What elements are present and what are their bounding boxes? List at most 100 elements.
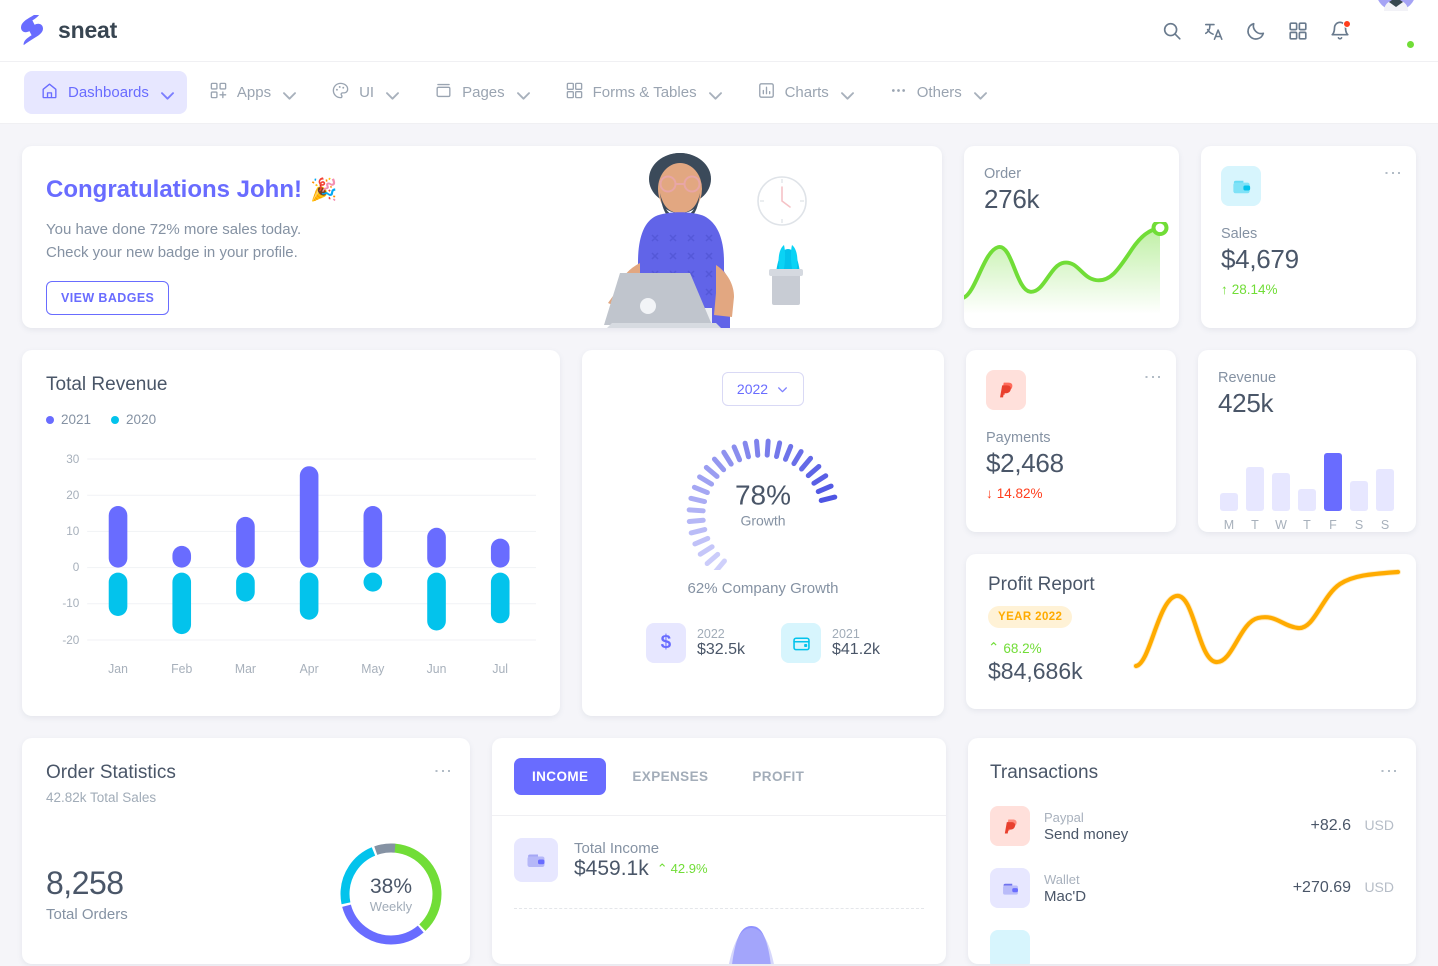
menu-item-charts[interactable]: Charts — [741, 71, 867, 114]
donut-period-label: Weekly — [369, 898, 413, 914]
revenue-bar-col — [1376, 439, 1394, 511]
income-divider — [514, 908, 924, 909]
income-summary: Total Income $459.1k ⌃ 42.9% — [492, 816, 946, 882]
order-statistics-menu-button[interactable]: ⋮ — [433, 762, 453, 780]
tab-income[interactable]: INCOME — [514, 758, 607, 795]
transaction-amount: +82.6 — [1310, 817, 1351, 834]
income-tabs: INCOME EXPENSES PROFIT — [492, 738, 946, 815]
legend-item-2021[interactable]: 2021 — [46, 412, 91, 427]
bell-icon[interactable] — [1328, 19, 1352, 43]
wallet-icon — [1221, 166, 1261, 206]
sales-trend-value: 28.14% — [1231, 282, 1278, 297]
online-status-indicator — [1405, 38, 1416, 50]
year-select-dropdown[interactable]: 2022 — [722, 372, 804, 406]
growth-stats-row: $ 2022 $32.5k 2021 $41.2k — [604, 623, 922, 663]
menu-label: Apps — [236, 84, 272, 101]
transaction-row-partial[interactable] — [990, 930, 1394, 964]
order-statistics-subtitle: 42.82k Total Sales — [46, 790, 157, 805]
growth-gauge-chart: 78% Growth — [668, 420, 858, 575]
transaction-row[interactable]: Wallet Mac'D +270.69 USD — [990, 868, 1394, 908]
year-select-value: 2022 — [736, 381, 769, 397]
chevron-down-icon — [280, 86, 297, 100]
growth-gauge-center: 78% Growth — [668, 480, 858, 529]
view-badges-button[interactable]: VIEW BADGES — [46, 280, 170, 315]
menu-item-apps[interactable]: Apps — [193, 71, 309, 114]
total-revenue-legend: 2021 2020 — [46, 412, 536, 427]
payments-card-menu-button[interactable]: ⋮ — [1143, 368, 1163, 386]
svg-text:Apr: Apr — [300, 662, 319, 676]
congratulations-line2: Check your new badge in your profile. — [46, 244, 298, 262]
transaction-name: Send money — [1044, 825, 1129, 843]
sales-value: $4,679 — [1221, 244, 1299, 274]
bar-chart-icon — [757, 81, 776, 104]
tab-profit[interactable]: PROFIT — [734, 758, 822, 795]
svg-text:Mar: Mar — [235, 662, 256, 676]
language-icon[interactable] — [1202, 19, 1226, 43]
brand-name: sneat — [58, 17, 118, 43]
menu-item-ui[interactable]: UI — [315, 71, 412, 114]
arrow-up-icon: ↑ — [1221, 282, 1228, 297]
top-stat-cards: Order 276k ⋮ Sales $4,679 ↑ 28.14% — [962, 146, 1416, 328]
revenue-bar-col — [1272, 439, 1290, 511]
wallet-icon — [781, 623, 821, 663]
svg-text:Jul: Jul — [492, 662, 508, 676]
grid-apps-icon[interactable] — [1286, 19, 1310, 43]
row-middle: Total Revenue 2021 2020 30 20 10 0 -10 -… — [22, 350, 1416, 716]
transaction-amount-group: +82.6 USD — [1311, 817, 1395, 835]
revenue-day-label: F — [1329, 518, 1337, 532]
sales-trend: ↑ 28.14% — [1221, 282, 1396, 297]
income-card: INCOME EXPENSES PROFIT Total Income $459… — [492, 738, 946, 964]
brand-logo[interactable]: sneat — [18, 11, 118, 47]
sales-card-menu-button[interactable]: ⋮ — [1383, 164, 1403, 182]
growth-stat-2021: 2021 $41.2k — [781, 623, 880, 663]
revenue-bar — [1220, 493, 1238, 511]
menu-item-forms-tables[interactable]: Forms & Tables — [549, 71, 735, 114]
top-actions — [1160, 0, 1416, 51]
svg-text:May: May — [361, 662, 385, 676]
profit-trend-value: 68.2% — [1003, 640, 1042, 656]
revenue-day-labels: M T W T F S S — [1218, 518, 1396, 532]
chevron-down-icon — [776, 383, 789, 396]
home-icon — [40, 81, 59, 104]
menu-label: Pages — [462, 84, 505, 101]
payments-trend: ↓ 14.82% — [986, 486, 1156, 501]
avatar[interactable] — [1376, 0, 1416, 51]
order-statistics-body: 8,258 Total Orders 38% Weekly — [46, 839, 446, 949]
menu-label: Charts — [784, 84, 829, 101]
total-income-trend: ⌃ 42.9% — [657, 861, 708, 877]
company-growth-caption: 62% Company Growth — [687, 580, 839, 597]
payments-revenue-row: ⋮ Payments $2,468 ↓ 14.82% Revenue 425k — [966, 350, 1416, 532]
growth-card: 2022 78% Growth 62% Company Growth $ 202… — [582, 350, 944, 716]
legend-item-2020[interactable]: 2020 — [111, 412, 156, 427]
menu-item-dashboards[interactable]: Dashboards — [24, 71, 187, 114]
revenue-bar-col — [1246, 439, 1264, 511]
moon-icon[interactable] — [1244, 19, 1268, 43]
revenue-bar-col — [1350, 439, 1368, 511]
transfer-icon — [990, 930, 1030, 964]
transaction-name: Mac'D — [1044, 887, 1087, 905]
svg-text:0: 0 — [73, 560, 80, 574]
dollar-icon: $ — [645, 623, 686, 663]
transaction-amount-group: +270.69 USD — [1293, 879, 1394, 897]
income-area-chart — [492, 914, 946, 964]
search-icon[interactable] — [1160, 19, 1184, 43]
chevron-down-icon — [383, 86, 400, 100]
payments-label: Payments — [986, 430, 1051, 446]
total-income-value: $459.1k — [574, 856, 649, 880]
menu-item-others[interactable]: Others — [873, 71, 1000, 114]
chevron-down-icon — [706, 86, 722, 100]
tab-expenses[interactable]: EXPENSES — [614, 758, 726, 795]
party-popper-icon: 🎉 — [309, 177, 338, 202]
order-card-header: Order 276k — [964, 146, 1179, 215]
menu-item-pages[interactable]: Pages — [418, 71, 543, 114]
transactions-menu-button[interactable]: ⋮ — [1379, 762, 1399, 780]
revenue-day-label: T — [1303, 518, 1311, 532]
svg-text:Jun: Jun — [427, 662, 447, 676]
growth-stat-2021-value: $41.2k — [832, 641, 881, 658]
transaction-row[interactable]: Paypal Send money +82.6 USD — [990, 806, 1394, 846]
donut-center-labels: 38% Weekly — [336, 839, 446, 949]
revenue-day-label: M — [1223, 518, 1235, 532]
donut-percent: 38% — [369, 874, 413, 898]
menu-label: Dashboards — [68, 84, 149, 101]
svg-text:10: 10 — [66, 524, 79, 538]
